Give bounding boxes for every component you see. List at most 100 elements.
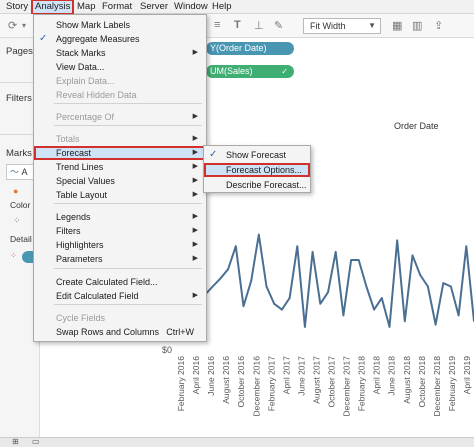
- toolbar-chevron-icon[interactable]: ▾: [22, 21, 26, 30]
- submenu-item-show-forecast[interactable]: ✓ Show Forecast: [204, 148, 310, 162]
- share-icon[interactable]: ⇪: [434, 19, 443, 32]
- menu-item-parameters[interactable]: Parameters ▶: [34, 252, 206, 266]
- menu-item-forecast[interactable]: Forecast ▶: [34, 146, 206, 160]
- mark-type-value: A: [21, 167, 28, 177]
- sort-icon[interactable]: ≡: [214, 19, 220, 31]
- menu-map[interactable]: Map: [77, 0, 95, 14]
- submenu-arrow-icon: ▶: [192, 292, 198, 299]
- submenu-arrow-icon: ▶: [192, 177, 198, 184]
- x-tick-label: October 2017: [327, 356, 337, 408]
- color-label[interactable]: Color: [10, 200, 30, 210]
- menu-window[interactable]: Window: [174, 0, 208, 14]
- table-icon[interactable]: ▦: [392, 19, 402, 32]
- data-point[interactable]: [327, 291, 329, 294]
- sales-series-line[interactable]: [181, 233, 474, 328]
- data-source-icon[interactable]: ⊞: [12, 437, 19, 446]
- pages-label: Pages: [6, 46, 33, 57]
- data-point[interactable]: [465, 245, 468, 247]
- data-point[interactable]: [381, 297, 383, 299]
- detail-icon[interactable]: ⁘: [13, 215, 21, 226]
- menu-item-table-layout[interactable]: Table Layout ▶: [34, 188, 206, 202]
- submenu-item-forecast-options[interactable]: Forecast Options...: [204, 163, 310, 177]
- detail-label[interactable]: Detail: [10, 234, 32, 244]
- data-point[interactable]: [235, 245, 237, 247]
- data-point[interactable]: [311, 251, 314, 253]
- submenu-item-describe-forecast[interactable]: Describe Forecast...: [204, 178, 310, 192]
- menu-item-trend-lines[interactable]: Trend Lines ▶: [34, 160, 206, 174]
- menu-item-label: Stack Marks: [56, 48, 106, 58]
- data-point[interactable]: [265, 285, 268, 288]
- menu-item-show-mark-labels[interactable]: Show Mark Labels: [34, 18, 206, 32]
- redo-icon[interactable]: ⟳: [8, 19, 17, 32]
- fit-dropdown[interactable]: Fit Width ▼: [303, 18, 381, 34]
- data-point[interactable]: [457, 314, 460, 317]
- edit-icon[interactable]: ✎: [274, 19, 283, 32]
- data-point[interactable]: [373, 308, 375, 311]
- menu-server[interactable]: Server: [140, 0, 168, 14]
- checkmark-icon: ✓: [209, 149, 218, 160]
- data-point[interactable]: [227, 268, 229, 270]
- menu-item-label: Create Calculated Field...: [56, 277, 158, 287]
- data-point[interactable]: [250, 280, 252, 282]
- menu-item-edit-calculated-field[interactable]: Edit Calculated Field ▶: [34, 289, 206, 303]
- x-tick-label: June 2016: [206, 356, 216, 396]
- data-point[interactable]: [258, 233, 260, 236]
- submenu-arrow-icon: ▶: [192, 241, 198, 248]
- data-point[interactable]: [304, 326, 306, 328]
- menu-item-stack-marks[interactable]: Stack Marks ▶: [34, 46, 206, 60]
- rows-pill[interactable]: UM(Sales) ✓: [206, 65, 294, 78]
- submenu-arrow-icon: ▶: [192, 227, 198, 234]
- text-format-icon[interactable]: T: [234, 19, 241, 31]
- x-tick-label: April 2016: [191, 356, 201, 395]
- menu-item-legends[interactable]: Legends ▶: [34, 210, 206, 224]
- menu-item-label: Parameters: [56, 254, 103, 264]
- data-point[interactable]: [288, 297, 291, 299]
- menu-item-swap-rows-and-columns[interactable]: Swap Rows and Columns Ctrl+W: [34, 325, 206, 339]
- pin-icon[interactable]: ⊥: [254, 19, 264, 32]
- sheet-tab-icon[interactable]: ▭: [32, 437, 40, 446]
- marks-label: Marks: [6, 148, 32, 159]
- menu-analysis[interactable]: Analysis: [30, 0, 75, 15]
- menu-story[interactable]: Story: [6, 0, 28, 14]
- data-point[interactable]: [273, 303, 275, 305]
- data-point[interactable]: [296, 245, 299, 247]
- data-point[interactable]: [281, 308, 283, 311]
- menu-item-filters[interactable]: Filters ▶: [34, 224, 206, 238]
- submenu-item-label: Describe Forecast...: [226, 180, 307, 190]
- data-point[interactable]: [396, 239, 399, 242]
- submenu-arrow-icon: ▶: [192, 163, 198, 170]
- x-tick-label: February 2019: [447, 356, 457, 412]
- data-point[interactable]: [434, 323, 437, 326]
- data-point[interactable]: [442, 282, 445, 284]
- data-point[interactable]: [357, 259, 360, 261]
- data-point[interactable]: [342, 314, 345, 317]
- data-point[interactable]: [334, 251, 337, 253]
- data-point[interactable]: [404, 320, 406, 322]
- data-point[interactable]: [388, 326, 391, 328]
- data-point[interactable]: [219, 277, 222, 280]
- color-icon[interactable]: ●: [13, 186, 18, 196]
- columns-pill[interactable]: Y(Order Date): [206, 42, 294, 55]
- data-point[interactable]: [211, 285, 214, 288]
- chart-icon[interactable]: ▥: [412, 19, 422, 32]
- data-point[interactable]: [350, 259, 352, 261]
- menu-format[interactable]: Format: [102, 0, 132, 14]
- menu-item-view-data[interactable]: View Data...: [34, 60, 206, 74]
- data-point[interactable]: [242, 305, 245, 307]
- menu-item-highlighters[interactable]: Highlighters ▶: [34, 238, 206, 252]
- menu-item-percentage-of: Percentage Of ▶: [34, 110, 206, 124]
- x-tick-label: April 2017: [281, 356, 291, 395]
- menu-item-special-values[interactable]: Special Values ▶: [34, 174, 206, 188]
- data-point[interactable]: [427, 285, 429, 288]
- data-point[interactable]: [419, 274, 422, 276]
- menu-help[interactable]: Help: [212, 0, 232, 14]
- checkmark-icon: ✓: [39, 33, 48, 44]
- data-point[interactable]: [365, 285, 368, 288]
- data-point[interactable]: [411, 254, 414, 257]
- menu-item-aggregate-measures[interactable]: ✓ Aggregate Measures: [34, 32, 206, 46]
- menu-item-label: Reveal Hidden Data: [56, 90, 137, 100]
- menu-item-create-calculated-field[interactable]: Create Calculated Field...: [34, 275, 206, 289]
- dots-icon: ⁘: [10, 251, 17, 260]
- data-point[interactable]: [450, 285, 452, 288]
- data-point[interactable]: [319, 303, 322, 305]
